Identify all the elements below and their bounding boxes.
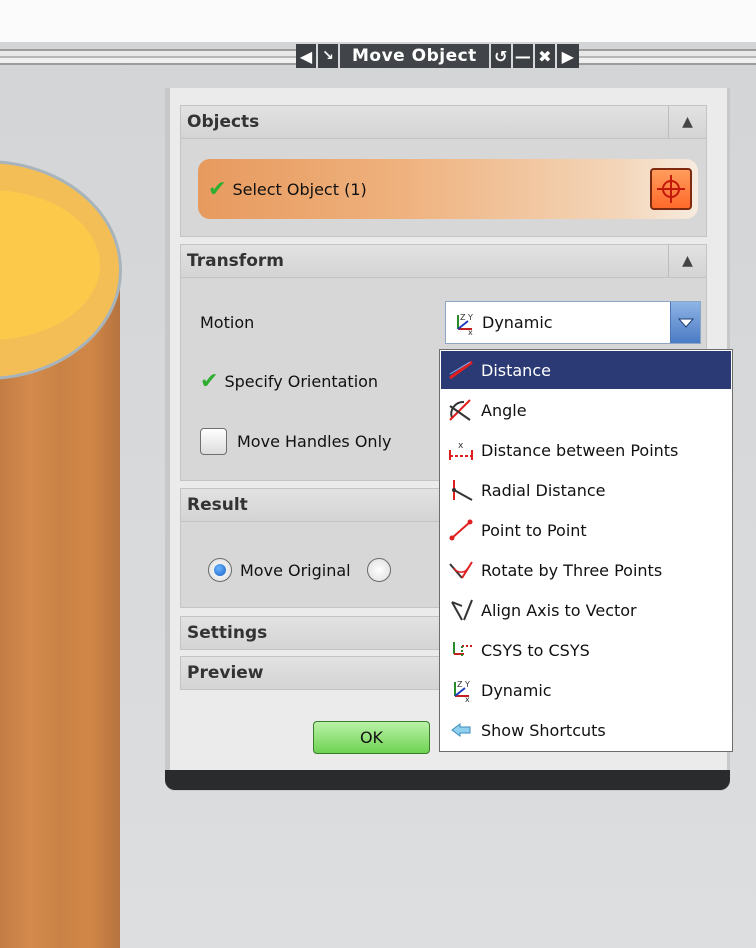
crosshair-icon <box>657 175 685 203</box>
preview-heading: Preview <box>187 663 264 683</box>
dynamic-csys-icon: Z Y x <box>450 309 478 337</box>
point-to-point-icon <box>447 516 475 544</box>
menu-item-label: Dynamic <box>481 680 552 700</box>
distance-between-points-icon: x <box>447 436 475 464</box>
cylinder-body <box>0 280 120 948</box>
svg-text:Y: Y <box>467 313 473 322</box>
dialog-title-bar[interactable]: ◀ ↘ Move Object ↺ — ✖ ▶ <box>296 44 579 68</box>
menu-item-point-to-point[interactable]: Point to Point <box>441 511 731 549</box>
menu-item-distance-between-points[interactable]: x Distance between Points <box>441 431 731 469</box>
menu-item-label: Radial Distance <box>481 480 606 500</box>
motion-dropdown[interactable]: Z Y x Dynamic <box>445 301 701 344</box>
crosshair-select-button[interactable] <box>650 168 692 210</box>
svg-text:x: x <box>468 328 473 335</box>
chevron-up-icon[interactable]: ▲ <box>668 106 706 138</box>
chevron-down-icon[interactable] <box>670 302 700 343</box>
menu-item-label: Distance <box>481 360 551 380</box>
menu-item-label: Point to Point <box>481 520 587 540</box>
distance-icon <box>447 356 475 384</box>
motion-dropdown-menu[interactable]: Distance Angle x Distance between Points… <box>439 349 733 752</box>
result-heading: Result <box>187 495 248 515</box>
menu-item-label: Distance between Points <box>481 440 679 460</box>
move-original-radio[interactable] <box>208 558 232 582</box>
motion-label: Motion <box>200 313 255 332</box>
menu-item-label: Angle <box>481 400 527 420</box>
menu-item-align-axis-to-vector[interactable]: Align Axis to Vector <box>441 591 731 629</box>
viewport-top-band <box>0 0 756 42</box>
move-handles-only-row[interactable]: Move Handles Only <box>200 428 391 455</box>
dynamic-csys-icon: Z Y x <box>447 676 475 704</box>
align-axis-icon <box>447 596 475 624</box>
menu-item-show-shortcuts[interactable]: Show Shortcuts <box>441 711 731 749</box>
motion-value: Dynamic <box>482 313 553 332</box>
cylinder-model[interactable] <box>0 160 130 948</box>
angle-icon <box>447 396 475 424</box>
specify-orientation-row[interactable]: ✔ Specify Orientation <box>194 369 378 394</box>
csys-icon <box>447 636 475 664</box>
svg-text:x: x <box>465 695 470 702</box>
menu-item-angle[interactable]: Angle <box>441 391 731 429</box>
menu-item-rotate-by-three-points[interactable]: Rotate by Three Points <box>441 551 731 589</box>
select-object-row[interactable]: ✔ Select Object (1) <box>198 159 698 219</box>
close-icon[interactable]: ✖ <box>534 44 557 68</box>
move-handles-only-checkbox[interactable] <box>200 428 227 455</box>
ok-button[interactable]: OK <box>313 721 430 754</box>
svg-text:Y: Y <box>464 680 470 689</box>
settings-heading: Settings <box>187 623 268 643</box>
reset-icon[interactable]: ↺ <box>490 44 513 68</box>
menu-item-label: Align Axis to Vector <box>481 600 637 620</box>
move-original-label: Move Original <box>240 560 351 580</box>
dialog-title: Move Object <box>340 44 491 68</box>
expand-right-icon[interactable]: ▶ <box>556 44 579 68</box>
transform-section-header[interactable]: Transform ▲ <box>180 244 707 278</box>
chevron-up-icon[interactable]: ▲ <box>668 245 706 277</box>
pin-arrow-icon[interactable]: ↘ <box>318 44 340 68</box>
menu-item-radial-distance[interactable]: Radial Distance <box>441 471 731 509</box>
menu-item-label: CSYS to CSYS <box>481 640 590 660</box>
specify-orientation-label: Specify Orientation <box>224 372 379 391</box>
move-handles-only-label: Move Handles Only <box>237 432 392 451</box>
select-object-label: Select Object (1) <box>232 179 367 199</box>
svg-text:x: x <box>458 441 464 451</box>
menu-item-dynamic[interactable]: Z Y x Dynamic <box>441 671 731 709</box>
objects-section-header[interactable]: Objects ▲ <box>180 105 707 139</box>
show-shortcuts-icon <box>447 716 475 744</box>
menu-item-distance[interactable]: Distance <box>441 351 731 389</box>
copy-original-radio[interactable] <box>366 558 391 582</box>
radial-distance-icon <box>447 476 475 504</box>
rotate-three-points-icon <box>447 556 475 584</box>
menu-item-label: Rotate by Three Points <box>481 560 663 580</box>
objects-heading: Objects <box>187 112 260 132</box>
checkmark-icon: ✔ <box>208 176 227 202</box>
transform-heading: Transform <box>187 251 284 271</box>
checkmark-icon: ✔ <box>200 369 219 394</box>
svg-text:Z: Z <box>460 313 466 322</box>
move-original-option[interactable]: Move Original <box>208 558 391 582</box>
menu-item-label: Show Shortcuts <box>481 720 606 740</box>
menu-item-csys-to-csys[interactable]: CSYS to CSYS <box>441 631 731 669</box>
svg-text:Z: Z <box>457 680 463 689</box>
collapse-left-icon[interactable]: ◀ <box>296 44 318 68</box>
minimize-icon[interactable]: — <box>512 44 535 68</box>
dialog-bottom-edge <box>165 770 730 790</box>
